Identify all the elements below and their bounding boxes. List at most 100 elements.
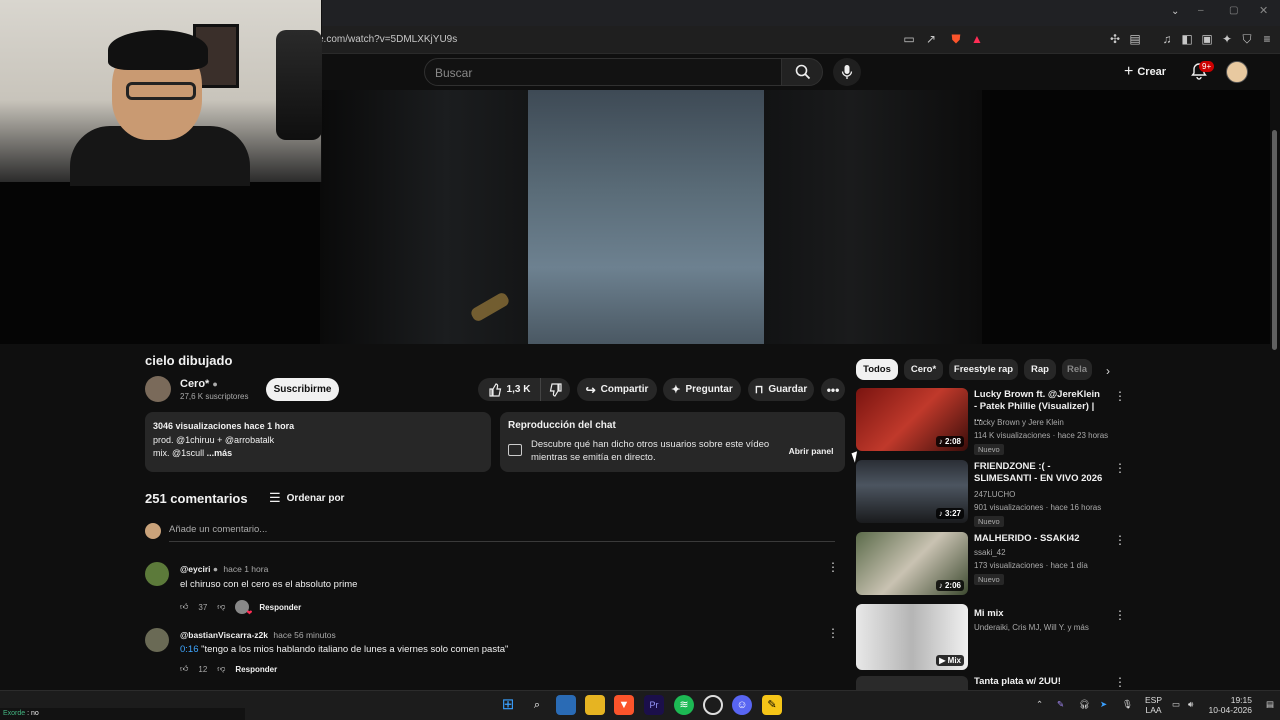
spotify-icon[interactable]: ≋ bbox=[674, 695, 694, 715]
search-icon[interactable]: ⌕ bbox=[527, 695, 547, 715]
voice-search-button[interactable] bbox=[833, 58, 861, 86]
recommendation-menu-icon[interactable]: ⋮ bbox=[1114, 675, 1126, 689]
close-icon[interactable]: ✕ bbox=[1259, 4, 1268, 17]
chip-todos[interactable]: Todos bbox=[856, 359, 898, 380]
pen-icon[interactable]: ✎ bbox=[1057, 699, 1064, 710]
recommendation-menu-icon[interactable]: ⋮ bbox=[1114, 608, 1126, 622]
reply-button[interactable]: Responder bbox=[259, 603, 301, 612]
chip-rela[interactable]: Rela bbox=[1062, 359, 1092, 380]
sort-button[interactable]: ☰ Ordenar por bbox=[269, 490, 344, 506]
description-line-2: mix. @1scull bbox=[153, 448, 205, 458]
share-icon[interactable]: ↗ bbox=[924, 32, 938, 46]
chip-rap[interactable]: Rap bbox=[1024, 359, 1056, 380]
comment-author[interactable]: @eyciri ● hace 1 hora bbox=[180, 564, 268, 574]
clock[interactable]: 19:15 10-04-2026 bbox=[1208, 695, 1252, 715]
recommendation-thumbnail[interactable] bbox=[856, 676, 968, 690]
thumbs-up-icon[interactable]: 👍︎ bbox=[180, 664, 188, 674]
windows-start-icon[interactable]: ⊞ bbox=[498, 695, 518, 715]
chip-freestyle-rap[interactable]: Freestyle rap bbox=[949, 359, 1018, 380]
create-button[interactable]: + Crear bbox=[1124, 60, 1172, 84]
recommendation-title[interactable]: Tanta plata w/ 2UU! bbox=[974, 676, 1104, 690]
recommendation-menu-icon[interactable]: ⋮ bbox=[1114, 389, 1126, 403]
search-input[interactable]: Buscar bbox=[424, 58, 782, 86]
more-actions-button[interactable]: ••• bbox=[821, 378, 845, 401]
chip-cero[interactable]: Cero* bbox=[904, 359, 943, 380]
telegram-icon[interactable]: ➤ bbox=[1100, 699, 1107, 710]
comment-menu-icon[interactable]: ⋮ bbox=[827, 626, 839, 640]
mic-tray-icon[interactable]: 🎙︎ bbox=[1122, 699, 1133, 710]
recommendation-thumbnail[interactable]: ▶ Mix bbox=[856, 604, 968, 670]
video-duration-text: Mix bbox=[947, 656, 961, 665]
recommendation-title[interactable]: FRIENDZONE :( - SLIMESANTI - EN VIVO 202… bbox=[974, 461, 1104, 485]
page-scrollbar-thumb[interactable] bbox=[1272, 130, 1277, 350]
description-box[interactable]: 3046 visualizaciones hace 1 hora prod. @… bbox=[145, 412, 491, 472]
premiere-icon[interactable]: Pr bbox=[644, 695, 664, 715]
recommendation-thumbnail[interactable]: ♪ 3:27 bbox=[856, 460, 968, 523]
thumbs-down-icon[interactable]: 👎︎ bbox=[217, 602, 225, 612]
app-icon[interactable]: ✎ bbox=[762, 695, 782, 715]
comment-author[interactable]: @bastianViscarra-z2k hace 56 minutos bbox=[180, 630, 336, 640]
notification-center-icon[interactable]: ▤ bbox=[1266, 699, 1274, 710]
recommendation-channel[interactable]: Lucky Brown y Jere Klein bbox=[974, 417, 1064, 429]
ask-button[interactable]: ✦ Preguntar bbox=[663, 378, 741, 401]
minimize-icon[interactable]: – bbox=[1198, 5, 1204, 16]
recommendation-menu-icon[interactable]: ⋮ bbox=[1114, 533, 1126, 547]
music-icon[interactable]: ♫ bbox=[1160, 32, 1174, 46]
brave-rewards-icon[interactable]: ▲ bbox=[970, 32, 984, 46]
tray-chevron-icon[interactable]: ⌃ bbox=[1036, 699, 1043, 710]
show-more-link[interactable]: ...más bbox=[207, 448, 233, 458]
install-icon[interactable]: ▭ bbox=[902, 32, 916, 46]
share-button[interactable]: ↪ Compartir bbox=[577, 378, 657, 401]
menu-icon[interactable]: ≡ bbox=[1260, 32, 1274, 46]
save-button[interactable]: ⊓ Guardar bbox=[748, 378, 814, 401]
recommendation-thumbnail[interactable]: ♪ 2:08 bbox=[856, 388, 968, 451]
add-comment-input[interactable]: Añade un comentario... bbox=[169, 524, 835, 542]
subscribe-button[interactable]: Suscribirme bbox=[266, 378, 339, 401]
sparkle-icon: ✦ bbox=[671, 384, 681, 396]
brave-browser-icon[interactable]: ▼ bbox=[614, 695, 634, 715]
comment-avatar[interactable] bbox=[145, 562, 169, 586]
extensions-icon[interactable]: ✣ bbox=[1108, 32, 1122, 46]
headset-icon[interactable]: 🎧︎ bbox=[1079, 699, 1090, 710]
thumbs-down-icon[interactable]: 👎︎ bbox=[217, 664, 225, 674]
maximize-icon[interactable]: ▢ bbox=[1229, 5, 1238, 16]
discord-icon[interactable]: ☺ bbox=[732, 695, 752, 715]
thumbs-up-icon[interactable]: 👍︎ bbox=[180, 602, 188, 612]
recommendation-menu-icon[interactable]: ⋮ bbox=[1114, 461, 1126, 475]
reply-button[interactable]: Responder bbox=[235, 665, 277, 674]
network-icon[interactable]: ▭ bbox=[1172, 699, 1180, 710]
dislike-button[interactable] bbox=[540, 378, 570, 401]
like-button[interactable]: 1,3 K bbox=[478, 378, 540, 401]
obs-icon[interactable] bbox=[703, 695, 723, 715]
comment-timestamp-link[interactable]: 0:16 bbox=[180, 644, 199, 655]
sidebar-icon[interactable]: ◧ bbox=[1180, 32, 1194, 46]
channel-avatar[interactable] bbox=[145, 376, 171, 402]
channel-name[interactable]: Cero* ● bbox=[180, 378, 218, 390]
comment-menu-icon[interactable]: ⋮ bbox=[827, 560, 839, 574]
volume-icon[interactable]: 🔊︎ bbox=[1188, 699, 1193, 710]
open-panel-button[interactable]: Abrir panel bbox=[786, 444, 836, 459]
comments-count: 251 comentarios bbox=[145, 491, 248, 506]
language-indicator[interactable]: ESP LAA bbox=[1145, 695, 1162, 715]
reader-icon[interactable]: ▤ bbox=[1128, 32, 1142, 46]
recommendation-channel[interactable]: ssaki_42 bbox=[974, 547, 1006, 559]
recommendation-thumbnail[interactable]: ♪ 2:06 bbox=[856, 532, 968, 595]
search-button[interactable] bbox=[781, 58, 823, 86]
comment-author-name: @bastianViscarra-z2k bbox=[180, 630, 268, 640]
widgets-icon[interactable] bbox=[556, 695, 576, 715]
recommendation-channel[interactable]: 247LUCHO bbox=[974, 489, 1015, 501]
vpn-icon[interactable]: ⛉ bbox=[1240, 32, 1254, 46]
brave-shield-icon[interactable]: ⛊ bbox=[949, 32, 963, 46]
leo-icon[interactable]: ✦ bbox=[1220, 32, 1234, 46]
wallet-icon[interactable]: ▣ bbox=[1200, 32, 1214, 46]
recommendation-title[interactable]: MALHERIDO - SSAKI42 bbox=[974, 533, 1104, 545]
recommendation-title[interactable]: Mi mix bbox=[974, 608, 1104, 620]
video-duration-text: 2:06 bbox=[944, 581, 961, 590]
account-avatar[interactable] bbox=[1226, 61, 1248, 83]
chevron-down-icon[interactable]: ⌄ bbox=[1171, 6, 1179, 17]
comment-avatar[interactable] bbox=[145, 628, 169, 652]
url-field[interactable]: e.com/watch?v=5DMLXKjYU9s bbox=[318, 34, 457, 45]
language-bottom: LAA bbox=[1145, 705, 1162, 715]
chevron-right-icon[interactable]: › bbox=[1100, 364, 1116, 380]
file-explorer-icon[interactable] bbox=[585, 695, 605, 715]
